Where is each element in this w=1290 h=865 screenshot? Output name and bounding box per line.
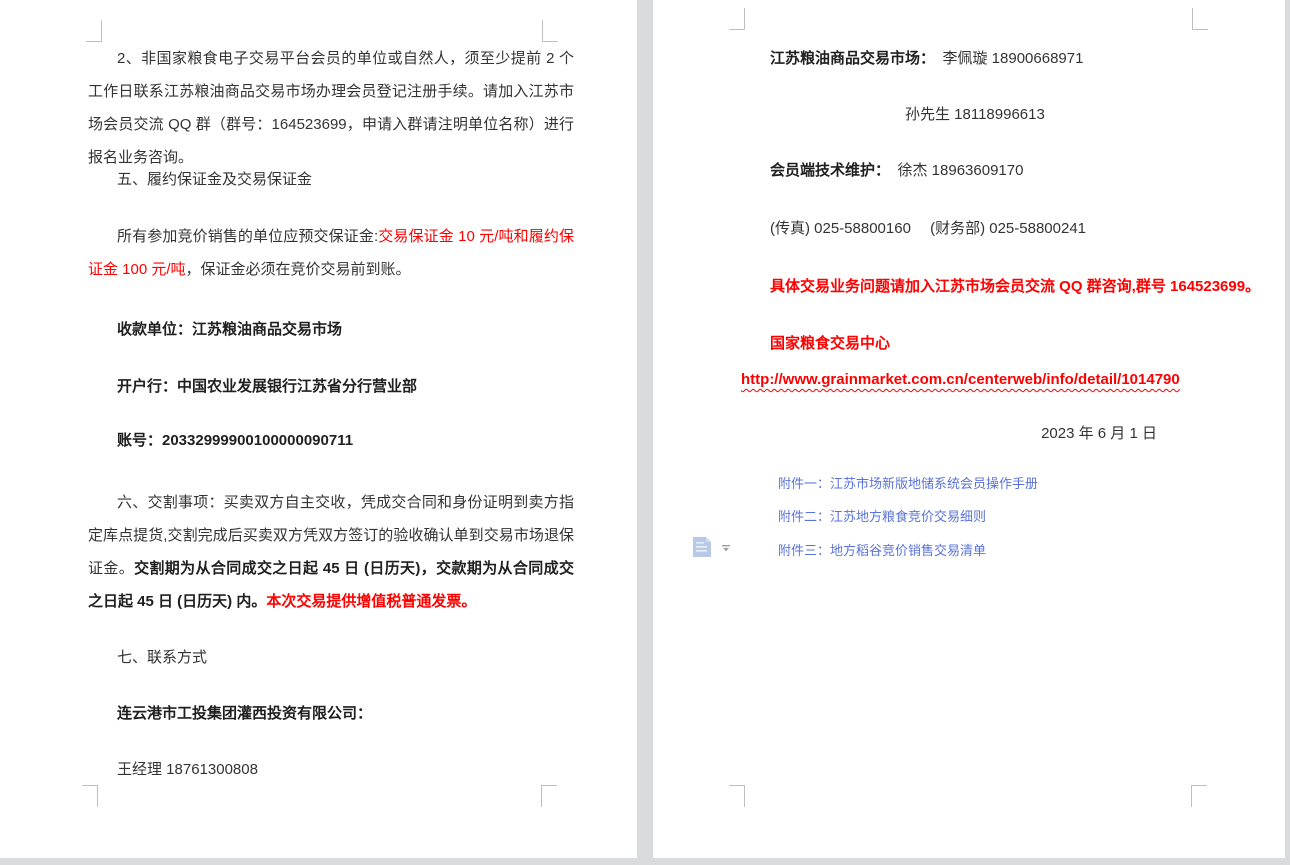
paste-options-button[interactable]: [691, 535, 733, 561]
line-market-contact: 江苏粮油商品交易市场： 李佩璇 18900668971: [741, 42, 1211, 75]
line-contact-sun: 孙先生 18118996613: [905, 98, 1290, 131]
line-account-number: 账号：20332999900100000090711: [88, 424, 574, 457]
document-page-1: 2、非国家粮食电子交易平台会员的单位或自然人，须至少提前 2 个工作日联系江苏粮…: [0, 0, 637, 858]
line-grain-center: 国家粮食交易中心: [741, 327, 1211, 360]
document-icon: [693, 537, 711, 557]
url-text[interactable]: http://www.grainmarket.com.cn/centerweb/…: [741, 371, 1180, 388]
text-run-red-bold: 本次交易提供增值税普通发票。: [266, 593, 476, 610]
para-member-registration: 2、非国家粮食电子交易平台会员的单位或自然人，须至少提前 2 个工作日联系江苏粮…: [88, 42, 574, 174]
attachment-link-label[interactable]: 附件三：地方稻谷竞价销售交易清单: [778, 543, 986, 558]
text-run: 王经理 18761300808: [117, 761, 258, 778]
para-deposit-requirement: 所有参加竞价销售的单位应预交保证金:交易保证金 10 元/吨和履约保证金 100…: [88, 220, 574, 286]
paste-options-icon: [691, 535, 733, 561]
line-company-name: 连云港市工投集团灌西投资有限公司：: [88, 697, 574, 730]
text-run-red-bold: 国家粮食交易中心: [770, 335, 890, 352]
margin-corner-mark: [82, 785, 98, 807]
margin-corner-mark: [729, 8, 745, 30]
text-run: 2023 年 6 月 1 日: [1041, 425, 1157, 442]
line-tech-support: 会员端技术维护： 徐杰 18963609170: [741, 154, 1211, 187]
document-canvas: 2、非国家粮食电子交易平台会员的单位或自然人，须至少提前 2 个工作日联系江苏粮…: [0, 0, 1290, 865]
para-delivery-terms: 六、交割事项：买卖双方自主交收，凭成交合同和身份证明到卖方指定库点提货,交割完成…: [88, 486, 574, 618]
heading-contact-section: 七、联系方式: [88, 641, 574, 674]
text-run: 2、非国家粮食电子交易平台会员的单位或自然人，须至少提前 2 个工作日联系江苏粮…: [88, 50, 574, 166]
document-page-2: 江苏粮油商品交易市场： 李佩璇 18900668971 孙先生 18118996…: [653, 0, 1285, 858]
attachment-link-label[interactable]: 附件一：江苏市场新版地储系统会员操作手册: [778, 476, 1038, 491]
margin-corner-mark: [729, 785, 745, 807]
margin-corner-mark: [1191, 785, 1207, 807]
dropdown-arrow-icon: [722, 545, 730, 551]
margin-corner-mark: [1192, 8, 1208, 30]
attachment-link-1[interactable]: 附件一：江苏市场新版地储系统会员操作手册: [778, 471, 1038, 497]
link-grain-center-url[interactable]: http://www.grainmarket.com.cn/centerweb/…: [741, 363, 1211, 396]
line-manager-phone: 王经理 18761300808: [88, 753, 574, 786]
text-run-red-bold: 具体交易业务问题请加入江苏市场会员交流 QQ 群咨询,群号 164523699。: [770, 278, 1260, 295]
heading-deposit-section: 五、履约保证金及交易保证金: [88, 163, 574, 196]
text-run: 连云港市工投集团灌西投资有限公司：: [117, 705, 372, 722]
attachment-link-3[interactable]: 附件三：地方稻谷竞价销售交易清单: [778, 538, 986, 564]
text-run-bold: 江苏粮油商品交易市场：: [770, 50, 928, 67]
text-run: 账号：20332999900100000090711: [117, 432, 353, 449]
text-run: ，保证金必须在竞价交易前到账。: [186, 261, 411, 278]
text-run-bold: 会员端技术维护：: [770, 162, 883, 179]
text-run: (传真) 025-58800160 (财务部) 025-58800241: [770, 220, 1086, 237]
attachment-link-label[interactable]: 附件二：江苏地方粮食竞价交易细则: [778, 509, 986, 524]
margin-corner-mark: [541, 785, 557, 807]
text-run: 所有参加竞价销售的单位应预交保证金:: [117, 228, 378, 245]
line-payee: 收款单位：江苏粮油商品交易市场: [88, 313, 574, 346]
attachment-link-2[interactable]: 附件二：江苏地方粮食竞价交易细则: [778, 504, 986, 530]
text-run: 孙先生 18118996613: [905, 106, 1045, 123]
text-run: 开户行：中国农业发展银行江苏省分行营业部: [117, 378, 417, 395]
text-run: 徐杰 18963609170: [883, 162, 1024, 179]
text-run: 五、履约保证金及交易保证金: [117, 171, 312, 188]
line-fax-finance: (传真) 025-58800160 (财务部) 025-58800241: [741, 212, 1211, 245]
line-qq-notice: 具体交易业务问题请加入江苏市场会员交流 QQ 群咨询,群号 164523699。: [741, 270, 1211, 303]
text-run: 七、联系方式: [117, 649, 207, 666]
text-run: 收款单位：江苏粮油商品交易市场: [117, 321, 342, 338]
margin-corner-mark: [542, 20, 558, 42]
margin-corner-mark: [86, 20, 102, 42]
line-date: 2023 年 6 月 1 日: [741, 417, 1211, 450]
text-run: 李佩璇 18900668971: [928, 50, 1084, 67]
line-bank: 开户行：中国农业发展银行江苏省分行营业部: [88, 370, 574, 403]
